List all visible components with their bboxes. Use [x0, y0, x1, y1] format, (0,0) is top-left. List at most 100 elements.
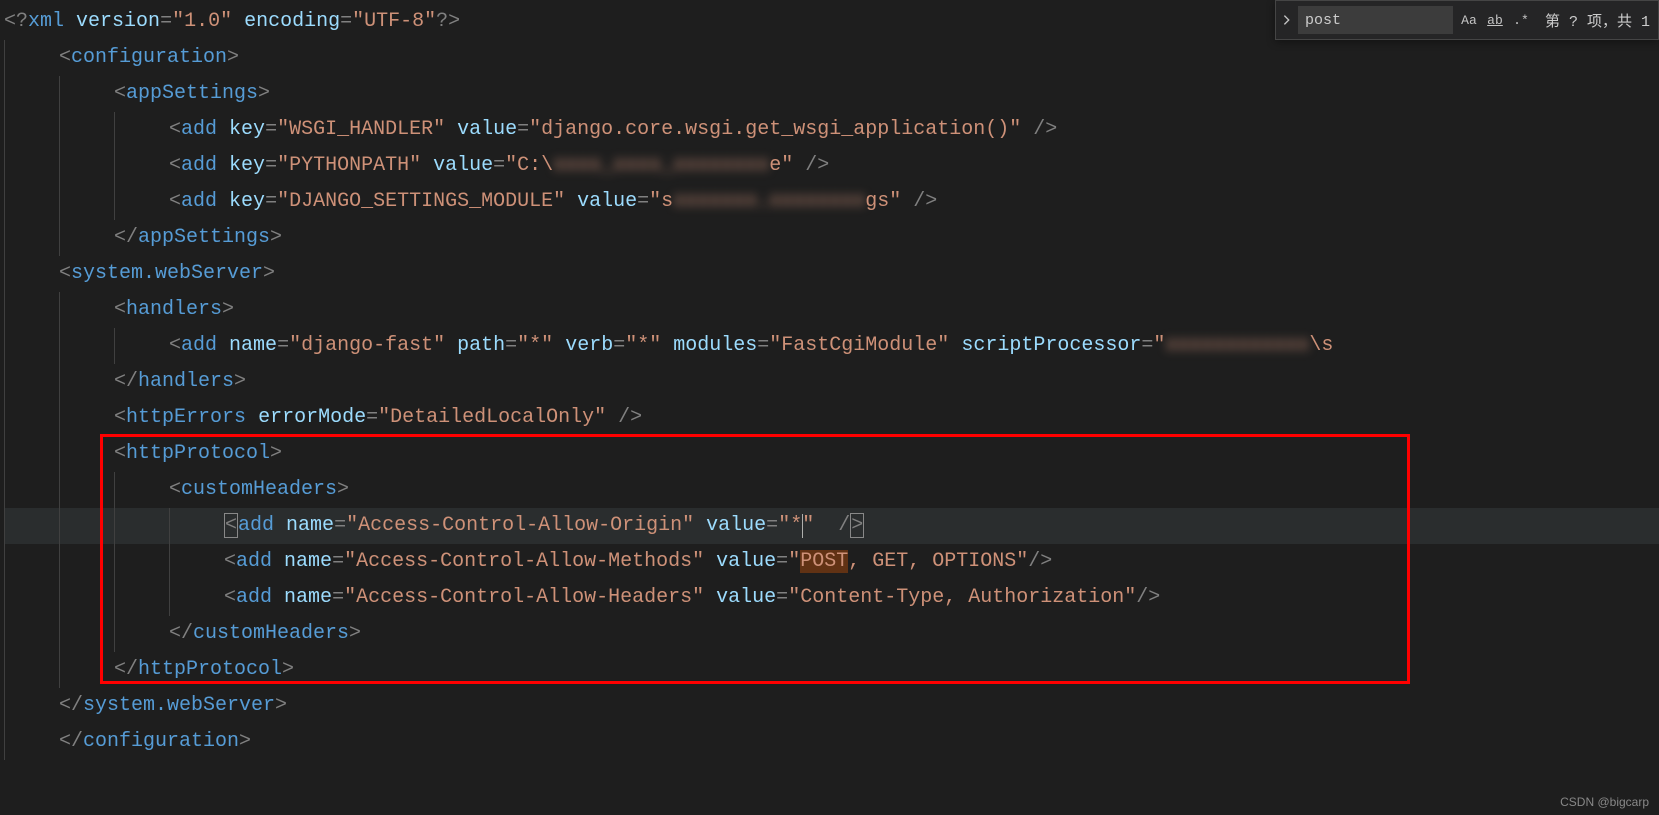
code-line[interactable]: <add key="WSGI_HANDLER" value="django.co…: [4, 112, 1659, 148]
code-token: [64, 10, 76, 33]
xml-attribute: modules: [673, 334, 757, 357]
xml-attribute: name: [229, 334, 277, 357]
code-line[interactable]: </appSettings>: [4, 220, 1659, 256]
code-token: </: [114, 370, 138, 393]
xml-string: "DJANGO_SETTINGS_MODULE": [277, 190, 565, 213]
xml-attribute: errorMode: [258, 406, 366, 429]
code-token: >: [239, 730, 251, 753]
xml-string: e": [769, 154, 793, 177]
code-token: =: [366, 406, 378, 429]
xml-string: ": [1153, 334, 1165, 357]
code-token: [217, 334, 229, 357]
xml-attribute: value: [457, 118, 517, 141]
code-token: <: [114, 82, 126, 105]
code-token: =: [277, 334, 289, 357]
code-line[interactable]: <appSettings>: [4, 76, 1659, 112]
code-token: <: [59, 262, 71, 285]
code-token: />: [805, 154, 829, 177]
code-token: <: [169, 154, 181, 177]
xml-string: "DetailedLocalOnly": [378, 406, 606, 429]
xml-string: "*": [517, 334, 553, 357]
xml-attribute: value: [577, 190, 637, 213]
xml-string: "C:\: [505, 154, 553, 177]
code-token: >: [222, 298, 234, 321]
code-token: <: [169, 118, 181, 141]
find-match-case[interactable]: Aa: [1457, 8, 1481, 32]
code-token: <?: [4, 10, 28, 33]
xml-string: \s: [1309, 334, 1333, 357]
xml-string: "FastCgiModule": [769, 334, 949, 357]
code-token: [232, 10, 244, 33]
code-token: <: [169, 190, 181, 213]
code-token: >: [227, 46, 239, 69]
code-token: >: [234, 370, 246, 393]
xml-tag: add: [181, 334, 217, 357]
code-token: =: [340, 10, 352, 33]
code-token: [553, 334, 565, 357]
code-line[interactable]: </handlers>: [4, 364, 1659, 400]
code-token: [445, 334, 457, 357]
code-line[interactable]: <handlers>: [4, 292, 1659, 328]
code-line[interactable]: </system.webServer>: [4, 688, 1659, 724]
code-token: =: [265, 154, 277, 177]
annotation-highlight-box: [100, 434, 1410, 684]
xml-string: "django-fast": [289, 334, 445, 357]
find-match-word[interactable]: ab: [1483, 8, 1507, 32]
code-token: [421, 154, 433, 177]
xml-tag: add: [181, 190, 217, 213]
code-token: >: [275, 694, 287, 717]
xml-tag: add: [181, 154, 217, 177]
xml-tag: httpErrors: [126, 406, 246, 429]
xml-string: gs": [865, 190, 901, 213]
xml-attribute: key: [229, 118, 265, 141]
code-token: <: [59, 46, 71, 69]
redacted-text: xxxxxxxxxxxx: [1165, 334, 1309, 357]
code-token: >: [270, 226, 282, 249]
xml-string: "1.0": [172, 10, 232, 33]
code-token: >: [258, 82, 270, 105]
xml-tag: system.webServer: [83, 694, 275, 717]
watermark: CSDN @bigcarp: [1560, 795, 1649, 809]
xml-string: "PYTHONPATH": [277, 154, 421, 177]
code-token: </: [59, 730, 83, 753]
code-token: [246, 406, 258, 429]
code-token: />: [618, 406, 642, 429]
xml-string: "UTF-8": [352, 10, 436, 33]
code-token: =: [757, 334, 769, 357]
xml-attribute: version: [76, 10, 160, 33]
code-line[interactable]: <add key="PYTHONPATH" value="C:\xxxx_xxx…: [4, 148, 1659, 184]
xml-string: "*": [625, 334, 661, 357]
code-token: [1021, 118, 1033, 141]
code-token: [661, 334, 673, 357]
xml-string: "s: [649, 190, 673, 213]
find-widget: Aa ab .* 第 ? 项，共 1: [1275, 0, 1659, 40]
code-line[interactable]: <system.webServer>: [4, 256, 1659, 292]
code-token: >: [263, 262, 275, 285]
code-token: <: [169, 334, 181, 357]
code-token: [217, 154, 229, 177]
code-token: =: [637, 190, 649, 213]
xml-tag: configuration: [83, 730, 239, 753]
code-token: =: [505, 334, 517, 357]
code-token: [565, 190, 577, 213]
find-regex[interactable]: .*: [1509, 8, 1533, 32]
find-input[interactable]: [1298, 6, 1453, 34]
code-token: =: [613, 334, 625, 357]
code-token: [445, 118, 457, 141]
code-line[interactable]: <httpErrors errorMode="DetailedLocalOnly…: [4, 400, 1659, 436]
code-line[interactable]: </configuration>: [4, 724, 1659, 760]
code-token: </: [59, 694, 83, 717]
xml-tag: handlers: [126, 298, 222, 321]
code-line[interactable]: <configuration>: [4, 40, 1659, 76]
code-token: </: [114, 226, 138, 249]
xml-tag: appSettings: [126, 82, 258, 105]
code-token: />: [1033, 118, 1057, 141]
code-line[interactable]: <add name="django-fast" path="*" verb="*…: [4, 328, 1659, 364]
xml-tag: configuration: [71, 46, 227, 69]
code-token: [793, 154, 805, 177]
code-token: [901, 190, 913, 213]
code-token: <: [114, 298, 126, 321]
find-toggle-replace[interactable]: [1276, 1, 1298, 39]
code-line[interactable]: <add key="DJANGO_SETTINGS_MODULE" value=…: [4, 184, 1659, 220]
xml-tag: system.webServer: [71, 262, 263, 285]
